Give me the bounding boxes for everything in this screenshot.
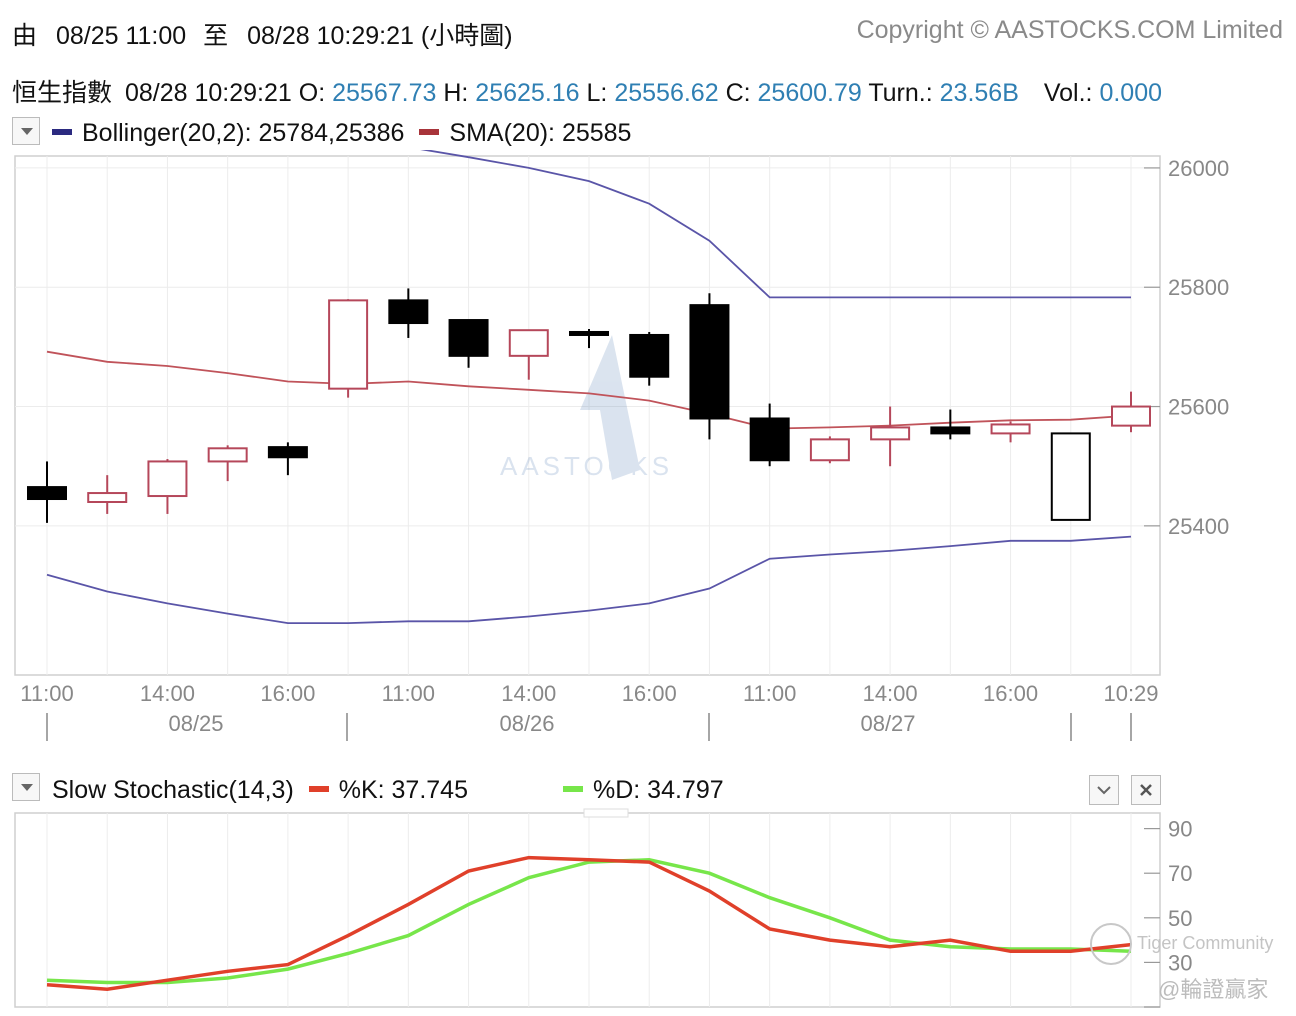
volume-label: Vol.: (1043, 79, 1093, 107)
k-swatch (308, 786, 329, 793)
d-legend: %D: 34.797 (563, 776, 724, 805)
stoch-indicator-dropdown[interactable] (12, 773, 40, 801)
candle-body (629, 333, 670, 378)
open-label: O: (298, 79, 326, 107)
chevron-down-icon (21, 128, 33, 135)
candle-body (930, 426, 971, 435)
turnover-label: Turn.: (868, 79, 933, 107)
to-label: 至 (203, 22, 229, 50)
y-tick-label: 25600 (1168, 395, 1229, 420)
stoch-title: Slow Stochastic(14,3) (52, 776, 294, 804)
d-swatch (563, 786, 583, 793)
quote-bar: 恒生指數 08/28 10:29:21 O: 25567.73 H: 25625… (12, 73, 1162, 109)
aastocks-watermark-text: AASTOCKS (500, 451, 673, 481)
date-label: 08/25 (168, 711, 223, 736)
panel-resize-handle (583, 808, 629, 818)
close-icon (1140, 784, 1152, 796)
turnover-value: 23.56B (939, 79, 1019, 107)
open-value: 25567.73 (332, 79, 437, 107)
y-tick-label: 50 (1168, 906, 1192, 931)
candle-body (1111, 405, 1151, 427)
x-tick-label: 14:00 (863, 681, 918, 706)
candle-body (508, 329, 549, 357)
x-tick-label: 14:00 (140, 681, 195, 706)
range-header: 由 08/25 11:00 至 08/28 10:29:21 (小時圖) (12, 16, 513, 52)
candle-body (147, 460, 188, 498)
date-label: 08/26 (499, 711, 554, 736)
plot-area (14, 155, 1161, 676)
x-tick-label: 11:00 (20, 681, 73, 706)
y-tick-label: 90 (1168, 817, 1192, 842)
candle-body (569, 330, 609, 336)
low-label: L: (586, 79, 608, 107)
x-tick-label: 10:29 (1103, 681, 1158, 706)
candle-body (1050, 432, 1091, 521)
volume-value: 0.000 (1099, 79, 1163, 107)
candle-body (990, 423, 1031, 435)
high-label: H: (443, 79, 469, 107)
sma-swatch (419, 129, 440, 136)
candle-body (328, 299, 369, 390)
bollinger-swatch (52, 129, 72, 136)
candle-body (448, 319, 489, 357)
from-label: 由 (12, 22, 38, 50)
bollinger-label: Bollinger(20,2): 25784,25386 (82, 119, 405, 147)
low-value: 25556.62 (614, 79, 719, 107)
close-value: 25600.79 (757, 79, 862, 107)
community-watermark: Tiger Community (1137, 933, 1274, 953)
stochastic-chart[interactable]: 30507090 (0, 805, 1296, 1016)
chevron-down-icon (21, 784, 33, 791)
quote-time: 08/28 10:29:21 (124, 79, 292, 107)
collapse-panel-button[interactable] (1089, 775, 1119, 805)
d-label: %D: 34.797 (593, 776, 724, 804)
x-tick-label: 11:00 (743, 681, 796, 706)
y-tick-label: 70 (1168, 861, 1192, 886)
handle-watermark: @輪證贏家 (1158, 977, 1269, 1002)
main-indicator-dropdown[interactable] (12, 117, 40, 145)
sma-label: SMA(20): 25585 (449, 119, 632, 147)
candle-body (207, 447, 248, 463)
tiger-logo-icon (1090, 923, 1132, 965)
stoch-legend: Slow Stochastic(14,3) %K: 37.745 (52, 776, 468, 805)
range-start: 08/25 11:00 (55, 22, 187, 50)
range-end: 08/28 10:29:21 (247, 22, 414, 50)
candle-body (267, 446, 308, 459)
index-name: 恒生指數 (12, 79, 113, 107)
y-tick-label: 25800 (1168, 275, 1229, 300)
y-tick-label: 26000 (1168, 156, 1229, 181)
x-tick-label: 16:00 (260, 681, 315, 706)
candle-body (388, 299, 429, 325)
x-tick-label: 14:00 (501, 681, 556, 706)
candle-body (87, 492, 128, 504)
high-value: 25625.16 (475, 79, 580, 107)
copyright: Copyright © AASTOCKS.COM Limited (856, 16, 1283, 44)
candle-body (870, 426, 911, 441)
x-tick-label: 16:00 (622, 681, 677, 706)
close-label: C: (725, 79, 751, 107)
k-label: %K: 37.745 (338, 776, 468, 804)
chevron-down-icon (1097, 786, 1111, 795)
candle-body (809, 438, 850, 462)
candle-body (749, 417, 790, 462)
date-label: 08/27 (860, 711, 915, 736)
interval-label: (小時圖) (420, 22, 513, 50)
candle-body (689, 304, 730, 420)
y-tick-label: 25400 (1168, 514, 1229, 539)
x-tick-label: 11:00 (382, 681, 435, 706)
main-legend: Bollinger(20,2): 25784,25386 SMA(20): 25… (52, 119, 631, 148)
candlestick-chart[interactable]: 25400 25600 25800 26000 AASTOCKS 11:00 14:00 16… (0, 150, 1296, 750)
x-tick-label: 16:00 (983, 681, 1038, 706)
close-panel-button[interactable] (1131, 775, 1161, 805)
candle-body (27, 486, 67, 501)
